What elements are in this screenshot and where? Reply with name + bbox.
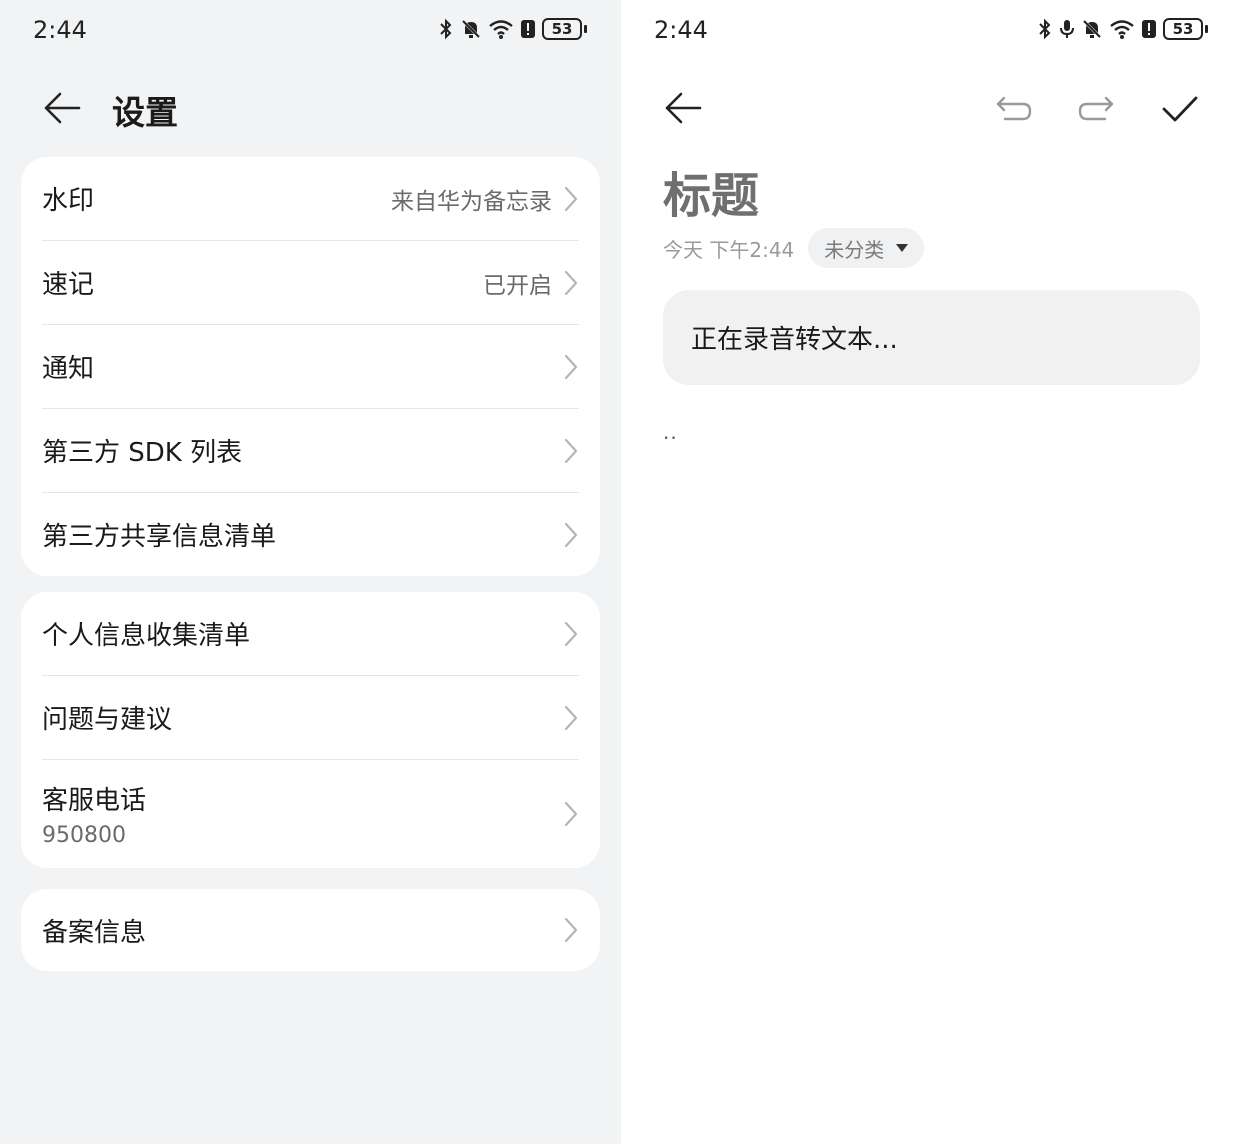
- chevron-right-icon: [564, 917, 578, 943]
- redo-icon[interactable]: [1077, 96, 1115, 122]
- setting-quick-note[interactable]: 速记 已开启: [21, 241, 600, 324]
- status-icons: 53: [438, 18, 587, 40]
- chevron-right-icon: [564, 705, 578, 730]
- bell-muted-icon: [1082, 19, 1102, 39]
- settings-card-2: 个人信息收集清单 问题与建议 客服电话 950800: [21, 592, 600, 868]
- battery-indicator: 53: [1163, 18, 1208, 40]
- status-bar: 2:44 53: [0, 0, 621, 62]
- chevron-right-icon: [564, 186, 578, 211]
- back-arrow-icon[interactable]: [663, 90, 703, 126]
- chevron-right-icon: [564, 801, 578, 827]
- chevron-right-icon: [564, 522, 578, 547]
- wifi-icon: [1110, 20, 1134, 39]
- setting-third-party-sdk[interactable]: 第三方 SDK 列表: [21, 409, 600, 492]
- chevron-right-icon: [564, 621, 578, 646]
- alert-icon: [521, 20, 535, 38]
- recording-text: 正在录音转文本...: [691, 325, 898, 355]
- note-editor-screen: 2:44 53 标题 今天 下午2:44 未分类 正在录音转文本... ..: [621, 0, 1242, 1144]
- wifi-icon: [489, 20, 513, 39]
- category-label: 未分类: [824, 237, 885, 262]
- bluetooth-icon: [1039, 18, 1051, 40]
- chevron-right-icon: [564, 354, 578, 379]
- recording-status-card: 正在录音转文本...: [663, 290, 1200, 385]
- bluetooth-icon: [440, 18, 452, 40]
- customer-service-phone: 950800: [42, 823, 126, 848]
- status-time: 2:44: [654, 16, 708, 44]
- page-title: 设置: [112, 93, 178, 132]
- setting-notifications[interactable]: 通知: [21, 325, 600, 408]
- note-title[interactable]: 标题: [663, 156, 759, 226]
- microphone-icon: [1060, 20, 1074, 38]
- settings-screen: 2:44 53 设置 水印 来自华为备忘录 速记 已开启 通知 第三方 SDK …: [0, 0, 621, 1144]
- settings-header: 设置: [0, 78, 621, 138]
- editor-toolbar: [621, 78, 1242, 138]
- status-time: 2:44: [33, 16, 87, 44]
- category-dropdown[interactable]: 未分类: [808, 228, 925, 268]
- status-bar: 2:44 53: [621, 0, 1242, 62]
- settings-card-3: 备案信息: [21, 889, 600, 971]
- setting-customer-service[interactable]: 客服电话 950800: [21, 760, 600, 868]
- alert-icon: [1142, 20, 1156, 38]
- chevron-right-icon: [564, 270, 578, 295]
- setting-third-party-sharing[interactable]: 第三方共享信息清单: [21, 493, 600, 576]
- status-icons: 53: [1037, 18, 1208, 40]
- undo-icon[interactable]: [995, 96, 1033, 122]
- chevron-right-icon: [564, 438, 578, 463]
- bell-muted-icon: [461, 19, 481, 39]
- setting-watermark[interactable]: 水印 来自华为备忘录: [21, 157, 600, 240]
- note-meta: 今天 下午2:44 未分类: [663, 228, 925, 268]
- note-date: 今天 下午2:44: [663, 237, 795, 262]
- settings-card-1: 水印 来自华为备忘录 速记 已开启 通知 第三方 SDK 列表 第三方共享信息清…: [21, 157, 600, 576]
- setting-personal-info[interactable]: 个人信息收集清单: [21, 592, 600, 675]
- battery-indicator: 53: [542, 18, 587, 40]
- back-arrow-icon[interactable]: [42, 90, 82, 126]
- note-body[interactable]: ..: [663, 420, 678, 444]
- setting-feedback[interactable]: 问题与建议: [21, 676, 600, 759]
- checkmark-icon[interactable]: [1161, 94, 1199, 124]
- setting-filing-info[interactable]: 备案信息: [21, 889, 600, 971]
- dropdown-triangle-icon: [896, 244, 909, 252]
